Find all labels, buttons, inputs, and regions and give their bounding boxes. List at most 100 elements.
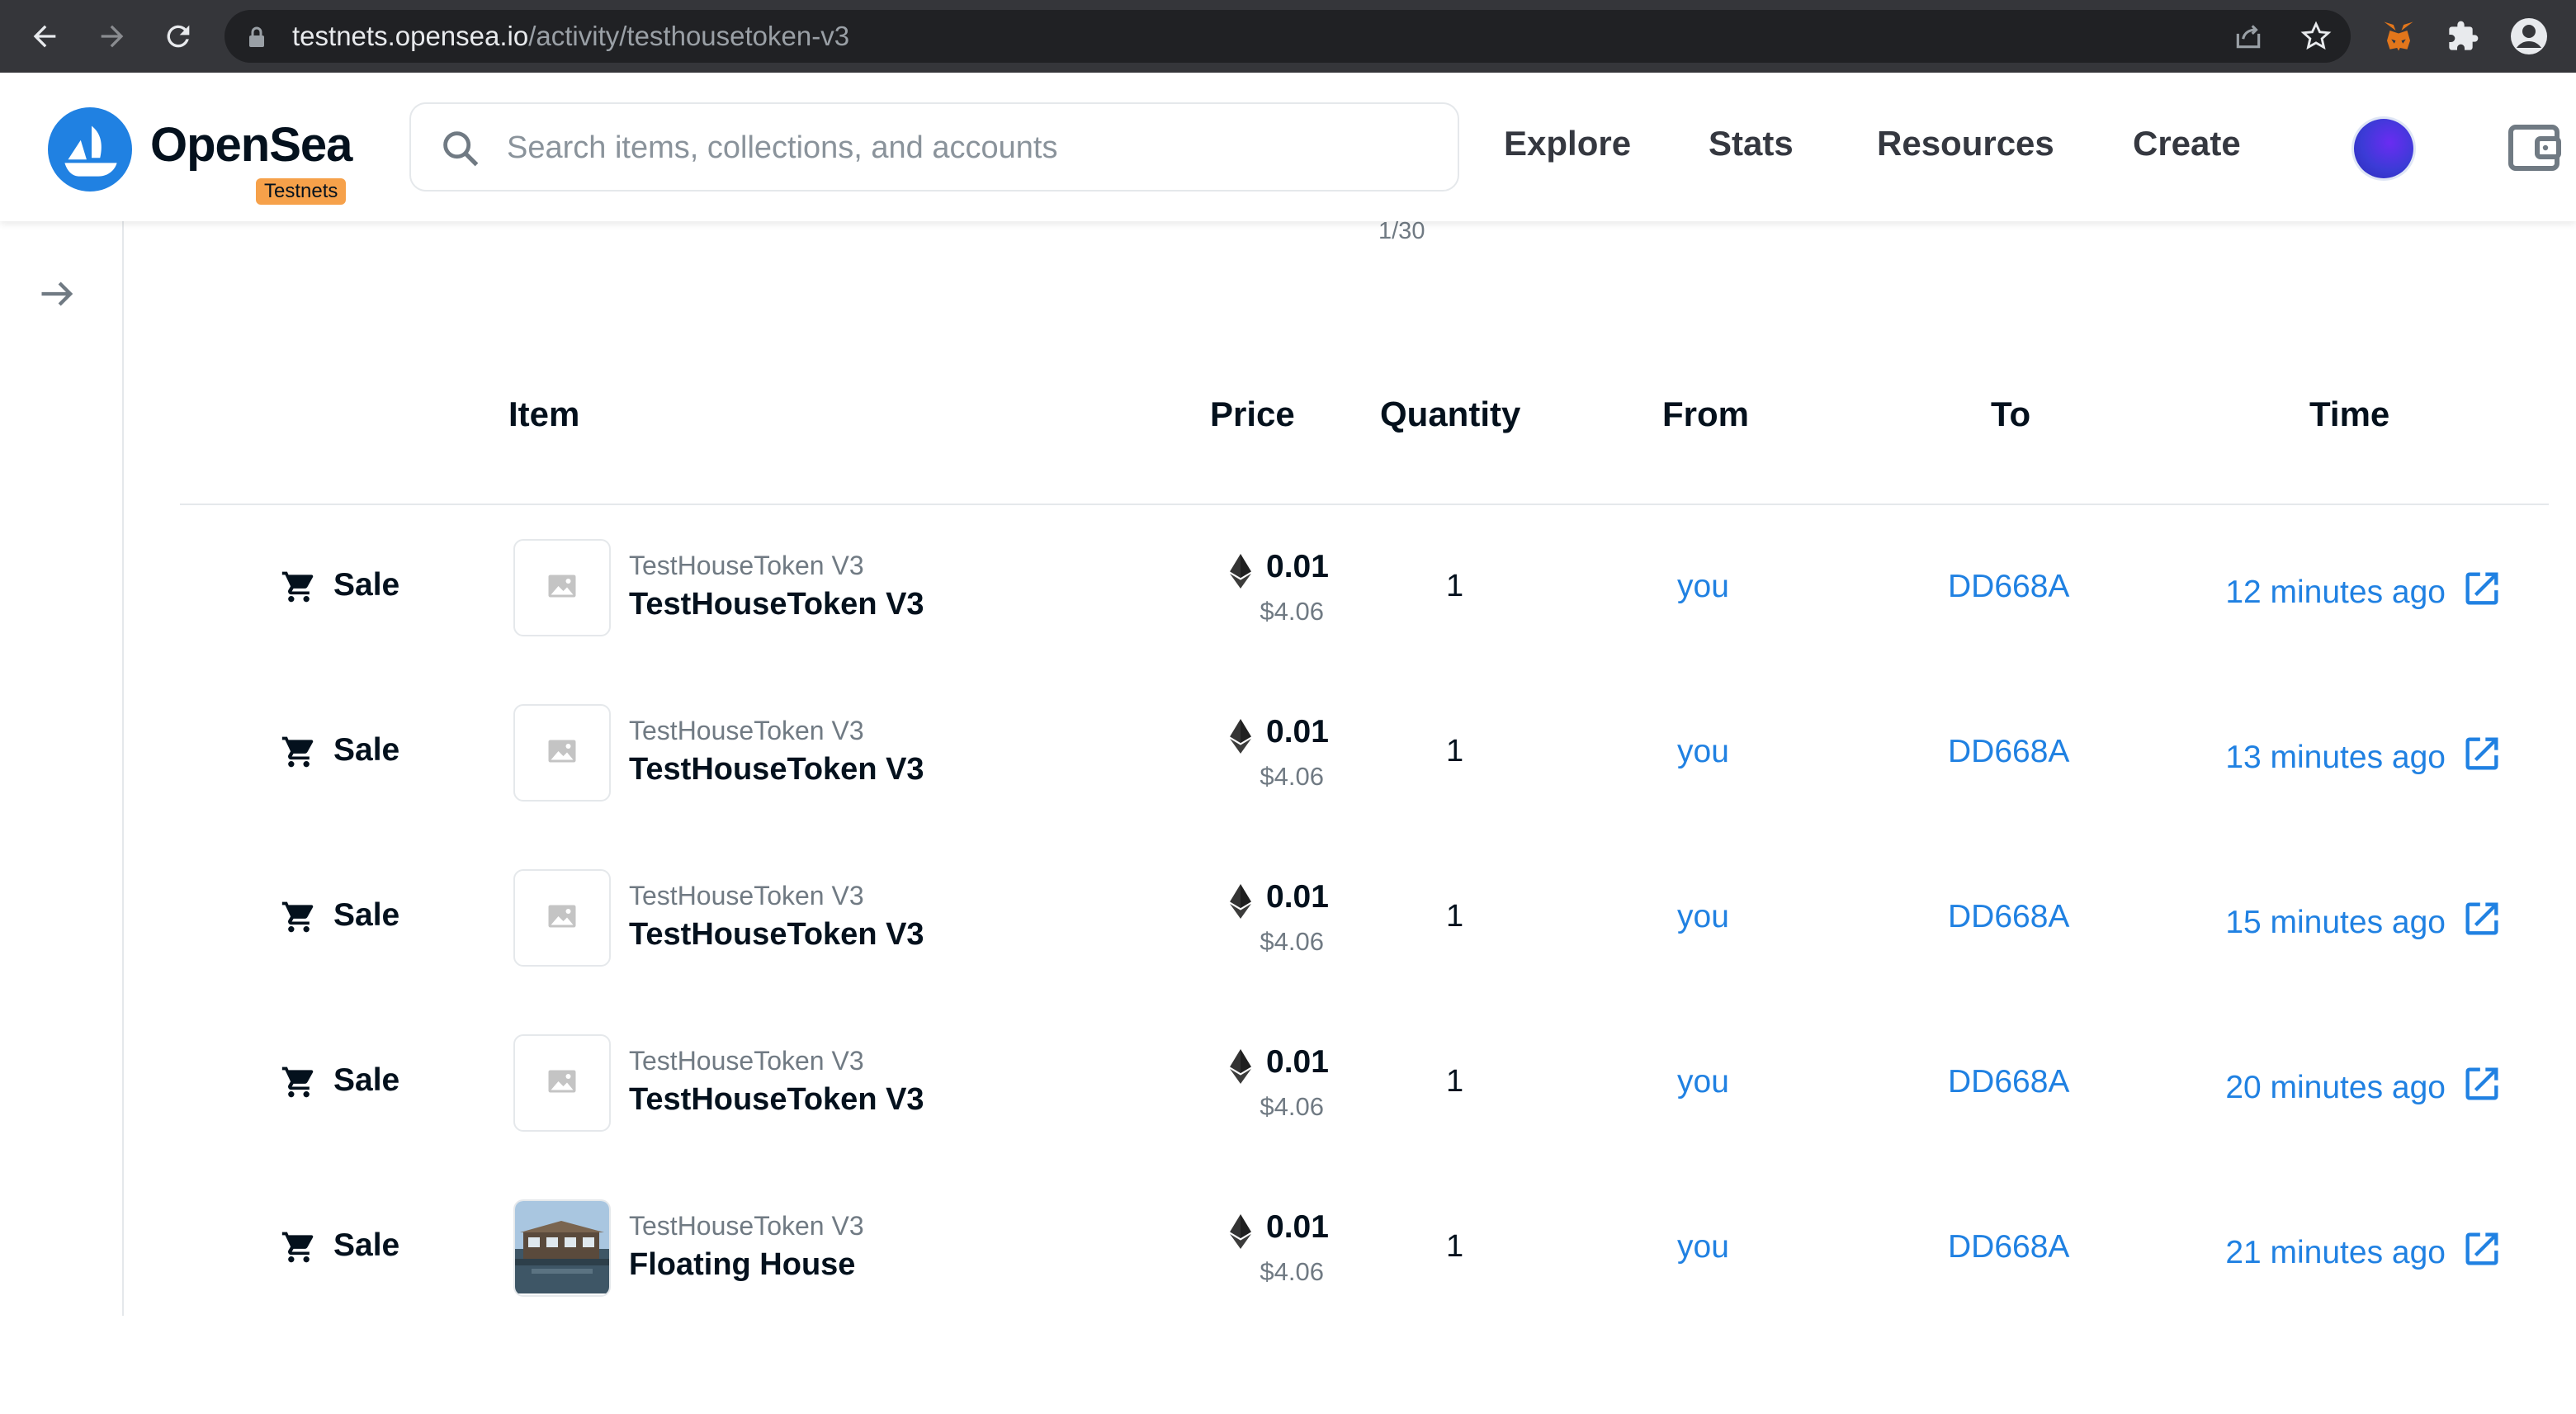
price-eth: 0.01 — [1266, 1209, 1329, 1245]
quantity: 1 — [1446, 734, 1464, 768]
column-to: To — [1991, 395, 2031, 433]
profile-icon[interactable] — [2506, 13, 2552, 59]
avatar[interactable] — [2354, 119, 2413, 178]
metamask-fox-icon[interactable] — [2375, 13, 2422, 59]
item-thumbnail[interactable] — [513, 1034, 611, 1132]
collection-name[interactable]: TestHouseToken V3 — [629, 551, 864, 581]
item-thumbnail[interactable] — [513, 869, 611, 967]
time-text[interactable]: 15 minutes ago — [2225, 905, 2446, 941]
time-link[interactable]: 13 minutes ago — [2225, 732, 2503, 783]
eth-icon — [1230, 1049, 1251, 1088]
table-row[interactable]: Sale TestHouseToken V3 Floating House 0.01 $… — [0, 1199, 2576, 1414]
external-link-icon[interactable] — [2460, 1062, 2503, 1114]
price-eth: 0.01 — [1266, 549, 1329, 584]
item-name[interactable]: TestHouseToken V3 — [629, 917, 924, 953]
price-usd: $4.06 — [1260, 1092, 1324, 1121]
share-icon[interactable] — [2225, 13, 2271, 59]
quantity: 1 — [1446, 569, 1464, 603]
url-path: /activity/testhousetoken-v3 — [528, 21, 850, 51]
extensions-puzzle-icon[interactable] — [2440, 13, 2486, 59]
nav-create[interactable]: Create — [2133, 124, 2241, 163]
item-thumbnail[interactable] — [513, 704, 611, 802]
collection-name[interactable]: TestHouseToken V3 — [629, 1211, 864, 1241]
eth-icon — [1230, 719, 1251, 758]
image-placeholder-icon — [547, 739, 577, 768]
cart-icon — [281, 734, 317, 774]
browser-toolbar: testnets.opensea.io/activity/testhouseto… — [0, 0, 2576, 73]
eth-icon — [1230, 554, 1251, 593]
expand-arrow-icon[interactable] — [36, 272, 79, 319]
from-link[interactable]: you — [1677, 734, 1729, 770]
price-eth: 0.01 — [1266, 879, 1329, 915]
nav-stats[interactable]: Stats — [1709, 124, 1794, 163]
from-link[interactable]: you — [1677, 569, 1729, 605]
column-from: From — [1662, 395, 1749, 433]
item-name[interactable]: TestHouseToken V3 — [629, 1082, 924, 1118]
collection-name[interactable]: TestHouseToken V3 — [629, 881, 864, 911]
time-text[interactable]: 13 minutes ago — [2225, 740, 2446, 776]
quantity: 1 — [1446, 899, 1464, 934]
column-item: Item — [508, 395, 580, 433]
opensea-logo-icon[interactable] — [48, 107, 132, 192]
event-type: Sale — [333, 732, 400, 768]
from-link[interactable]: you — [1677, 899, 1729, 935]
time-link[interactable]: 15 minutes ago — [2225, 897, 2503, 948]
search-icon — [439, 127, 482, 174]
price-eth: 0.01 — [1266, 714, 1329, 750]
price-usd: $4.06 — [1260, 762, 1324, 791]
to-link[interactable]: DD668A — [1948, 1229, 2069, 1265]
event-type: Sale — [333, 1062, 400, 1098]
search-input[interactable]: Search items, collections, and accounts — [409, 102, 1459, 192]
time-text[interactable]: 12 minutes ago — [2225, 575, 2446, 611]
event-type: Sale — [333, 1227, 400, 1263]
external-link-icon[interactable] — [2460, 897, 2503, 948]
time-link[interactable]: 12 minutes ago — [2225, 567, 2503, 618]
brand-name[interactable]: OpenSea — [150, 117, 352, 173]
to-link[interactable]: DD668A — [1948, 899, 2069, 935]
testnets-badge: Testnets — [256, 178, 347, 205]
event-type: Sale — [333, 567, 400, 603]
wallet-icon[interactable] — [2507, 122, 2562, 177]
price-usd: $4.06 — [1260, 1257, 1324, 1286]
time-text[interactable]: 20 minutes ago — [2225, 1070, 2446, 1106]
reload-icon[interactable] — [155, 13, 201, 59]
divider — [180, 504, 2549, 505]
column-quantity: Quantity — [1380, 395, 1521, 433]
image-placeholder-icon — [547, 1069, 577, 1098]
image-placeholder-icon — [547, 574, 577, 603]
quantity: 1 — [1446, 1064, 1464, 1099]
external-link-icon[interactable] — [2460, 732, 2503, 783]
forward-icon[interactable] — [89, 13, 135, 59]
back-icon[interactable] — [21, 13, 68, 59]
address-bar[interactable]: testnets.opensea.io/activity/testhouseto… — [225, 10, 2351, 63]
price-usd: $4.06 — [1260, 927, 1324, 956]
search-placeholder: Search items, collections, and accounts — [507, 130, 1058, 165]
bookmark-star-icon[interactable] — [2293, 13, 2339, 59]
nav-resources[interactable]: Resources — [1877, 124, 2054, 163]
item-name[interactable]: TestHouseToken V3 — [629, 587, 924, 622]
external-link-icon[interactable] — [2460, 567, 2503, 618]
cart-icon — [281, 569, 317, 609]
column-time: Time — [2309, 395, 2390, 433]
to-link[interactable]: DD668A — [1948, 569, 2069, 605]
time-link[interactable]: 20 minutes ago — [2225, 1062, 2503, 1114]
item-name[interactable]: TestHouseToken V3 — [629, 752, 924, 787]
house-photo-icon — [515, 1201, 609, 1295]
item-name[interactable]: Floating House — [629, 1247, 855, 1283]
time-link[interactable]: 21 minutes ago — [2225, 1227, 2503, 1279]
to-link[interactable]: DD668A — [1948, 1064, 2069, 1100]
external-link-icon[interactable] — [2460, 1227, 2503, 1279]
time-text[interactable]: 21 minutes ago — [2225, 1235, 2446, 1271]
url-text: testnets.opensea.io/activity/testhouseto… — [292, 20, 849, 53]
cart-icon — [281, 899, 317, 939]
collection-name[interactable]: TestHouseToken V3 — [629, 716, 864, 746]
item-thumbnail[interactable] — [513, 539, 611, 636]
from-link[interactable]: you — [1677, 1064, 1729, 1100]
nav-explore[interactable]: Explore — [1504, 124, 1631, 163]
event-type: Sale — [333, 897, 400, 933]
to-link[interactable]: DD668A — [1948, 734, 2069, 770]
from-link[interactable]: you — [1677, 1229, 1729, 1265]
column-price: Price — [1210, 395, 1295, 433]
item-thumbnail[interactable] — [513, 1199, 611, 1297]
collection-name[interactable]: TestHouseToken V3 — [629, 1046, 864, 1076]
